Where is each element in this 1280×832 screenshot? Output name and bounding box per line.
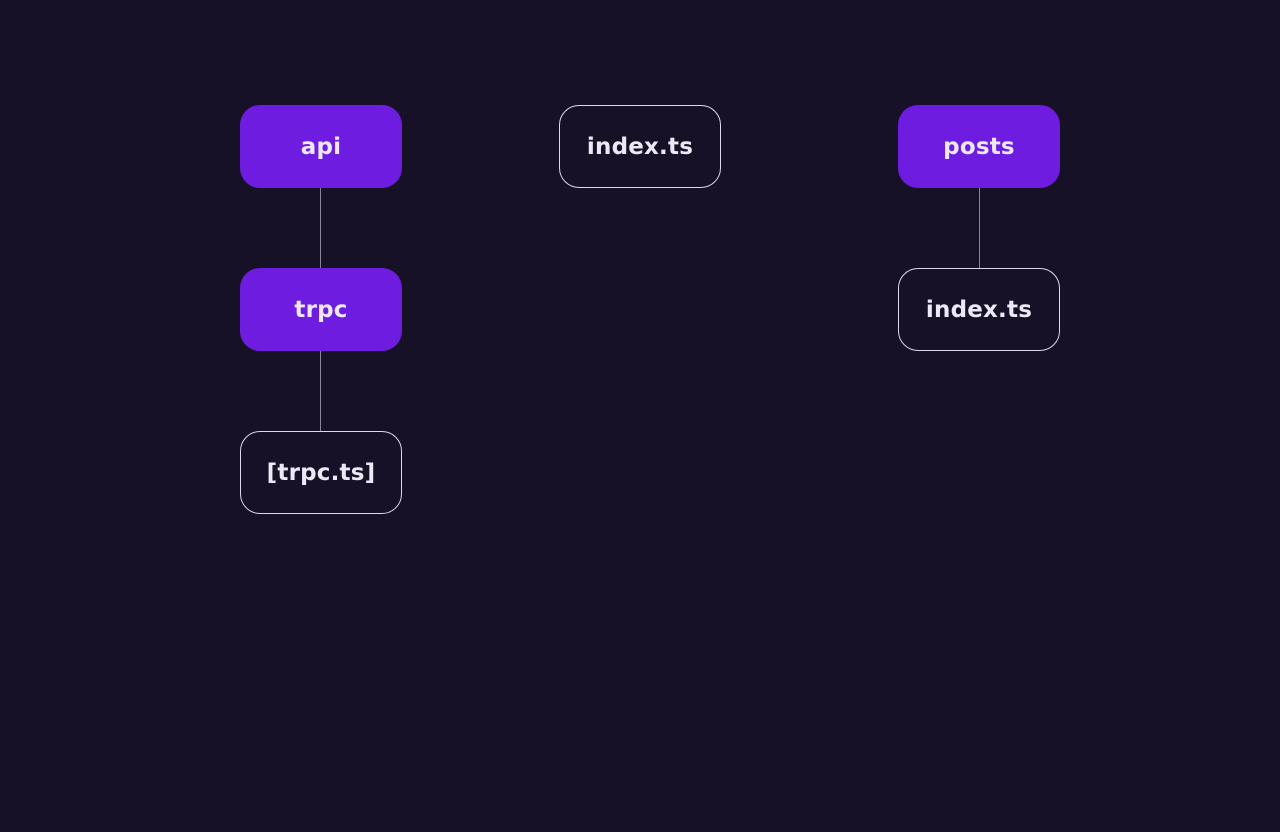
tree-diagram-canvas: api trpc [trpc.ts] index.ts posts index.… <box>0 0 1280 832</box>
edge-api-trpc <box>320 188 321 268</box>
edge-posts-index <box>979 188 980 268</box>
file-node-posts-index-ts: index.ts <box>898 268 1060 351</box>
node-label: posts <box>943 133 1015 160</box>
node-label: [trpc.ts] <box>266 459 376 486</box>
file-node-trpc-ts: [trpc.ts] <box>240 431 402 514</box>
node-label: trpc <box>294 296 348 323</box>
folder-node-api: api <box>240 105 402 188</box>
edge-trpc-trpc-ts <box>320 351 321 431</box>
node-label: index.ts <box>586 133 694 160</box>
folder-node-trpc: trpc <box>240 268 402 351</box>
node-label: api <box>300 133 342 160</box>
folder-node-posts: posts <box>898 105 1060 188</box>
file-node-index-ts: index.ts <box>559 105 721 188</box>
node-label: index.ts <box>925 296 1033 323</box>
